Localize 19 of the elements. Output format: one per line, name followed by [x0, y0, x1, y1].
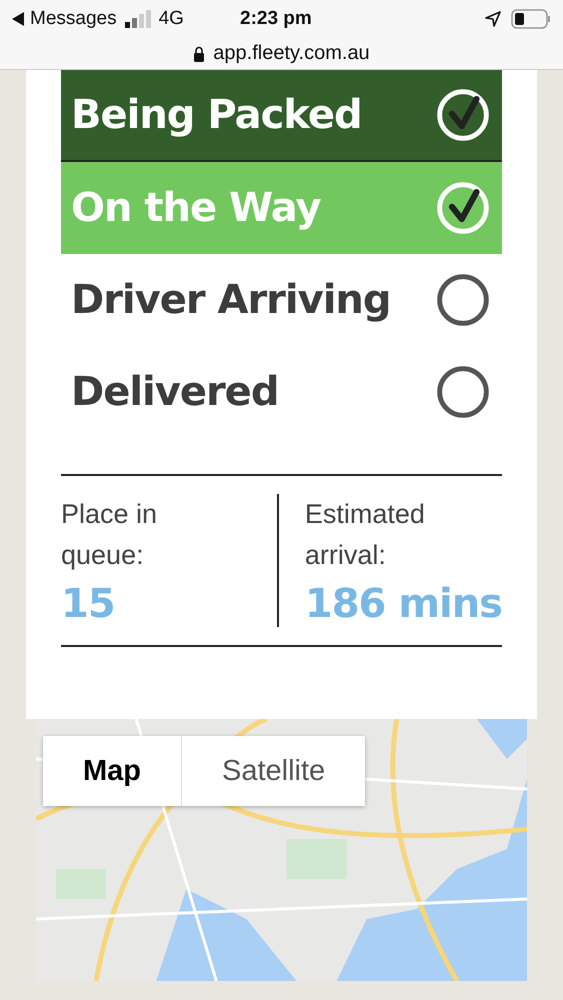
battery-icon [511, 9, 551, 29]
step-label: Being Packed [71, 92, 362, 138]
clock: 2:23 pm [240, 8, 312, 30]
back-link[interactable]: Messages [30, 8, 117, 30]
map-type-tab[interactable]: Satellite [182, 736, 366, 806]
back-arrow-icon[interactable] [12, 12, 24, 26]
stat-label: Estimated arrival: [304, 498, 426, 572]
signal-icon [124, 10, 153, 28]
network-label: 4G [158, 8, 184, 30]
location-icon [485, 11, 501, 27]
lock-icon [193, 46, 206, 62]
step-label: Driver Arriving [71, 277, 391, 323]
url-text[interactable]: app.fleety.com.au [213, 42, 370, 65]
step-label: On the Way [71, 185, 321, 231]
stat-value: 15 [61, 581, 116, 627]
stat-label: Place in queue: [61, 498, 158, 572]
stat-value: 186 mins [304, 581, 502, 627]
step-label: Delivered [71, 369, 278, 415]
map-type-tab[interactable]: Map [43, 736, 182, 806]
